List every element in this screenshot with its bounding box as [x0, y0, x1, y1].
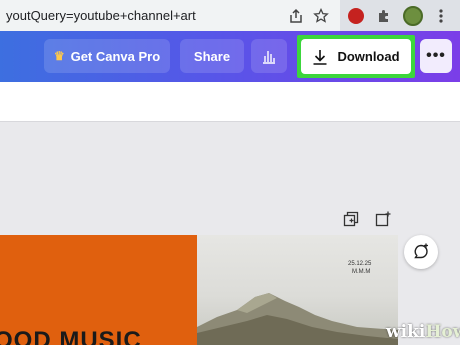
get-canva-pro-button[interactable]: ♛ Get Canva Pro [44, 39, 170, 73]
download-highlight: Download [297, 35, 415, 78]
slide-headline: OOD MUSIC [0, 327, 142, 345]
puzzle-icon[interactable] [374, 6, 394, 26]
extension-red-icon[interactable] [346, 6, 366, 26]
duplicate-page-icon[interactable] [343, 211, 359, 227]
mountain-photo: 25.12.25 M.M.M [197, 235, 398, 345]
bar-chart-icon [263, 51, 275, 64]
download-icon [313, 49, 327, 65]
comment-plus-icon [414, 243, 428, 259]
profile-avatar[interactable] [403, 6, 423, 26]
watermark-wiki: wiki [386, 322, 426, 342]
more-label: ••• [426, 47, 446, 64]
insights-button[interactable] [251, 39, 287, 73]
share-icon[interactable] [286, 6, 306, 26]
mountain-image [197, 293, 398, 345]
crown-icon: ♛ [53, 49, 65, 63]
more-options-button[interactable]: ••• [420, 39, 452, 73]
add-page-icon[interactable] [375, 211, 391, 227]
photo-subtitle: M.M.M [352, 269, 371, 275]
wikihow-watermark: wikiHow [386, 322, 460, 342]
address-bar-text[interactable]: youtQuery=youtube+channel+art [0, 8, 196, 23]
star-icon[interactable] [311, 6, 331, 26]
download-button[interactable]: Download [301, 39, 411, 74]
share-button[interactable]: Share [180, 39, 244, 73]
kebab-menu-icon[interactable] [431, 6, 451, 26]
get-canva-pro-label: Get Canva Pro [70, 48, 161, 64]
download-label: Download [337, 49, 400, 64]
design-slide[interactable]: OOD MUSIC 25.12.25 M.M.M [0, 235, 398, 345]
editor-header: ♛ Get Canva Pro Share Download ••• [0, 31, 460, 82]
orange-panel: OOD MUSIC [0, 235, 197, 345]
photo-date: 25.12.25 [348, 261, 372, 267]
share-label: Share [193, 48, 231, 64]
browser-chrome: youtQuery=youtube+channel+art [0, 0, 460, 31]
editor-toolbar [0, 82, 460, 122]
watermark-how: How [425, 322, 460, 342]
add-comment-button[interactable] [404, 235, 438, 269]
